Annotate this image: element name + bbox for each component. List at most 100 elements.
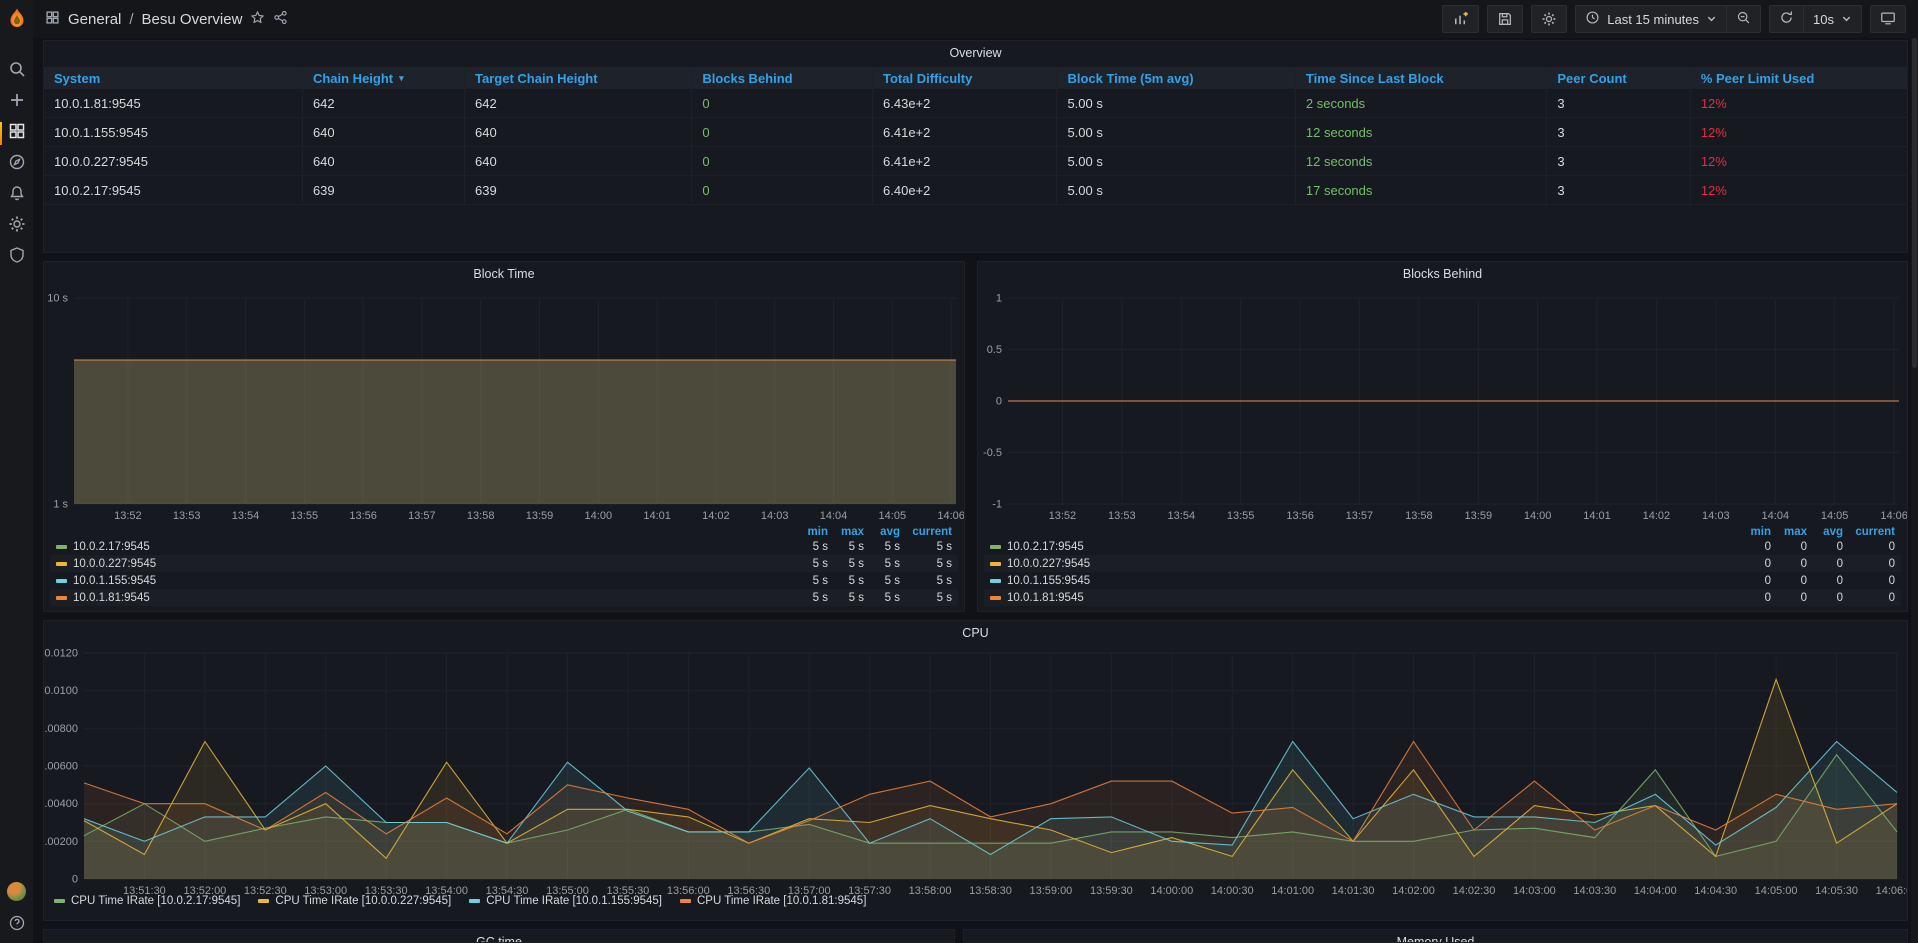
legend-series-label[interactable]: 10.0.2.17:9545 — [990, 541, 1735, 553]
breadcrumb-folder[interactable]: General — [68, 11, 121, 28]
table-cell: 5.00 s — [1057, 89, 1295, 118]
grafana-dashboard: General / Besu Overview — [0, 0, 1918, 943]
table-cell: 640 — [303, 118, 465, 147]
cpu-panel-title[interactable]: CPU — [44, 621, 1907, 645]
table-cell: 12 seconds — [1296, 147, 1548, 176]
chevron-down-icon — [1841, 12, 1852, 27]
svg-text:13:56: 13:56 — [349, 510, 377, 522]
block-time-panel-title[interactable]: Block Time — [44, 262, 964, 286]
legend-swatch-icon — [990, 562, 1001, 566]
blocks-behind-panel-title[interactable]: Blocks Behind — [978, 262, 1907, 286]
refresh-button[interactable] — [1770, 6, 1803, 32]
table-header-cell[interactable]: Target Chain Height — [465, 67, 692, 89]
cpu-plot[interactable]: 13:51:3013:52:0013:52:3013:53:0013:53:30… — [44, 645, 1907, 913]
time-range-label: Last 15 minutes — [1607, 12, 1699, 27]
table-cell: 3 — [1547, 147, 1690, 176]
svg-text:13:59: 13:59 — [526, 510, 554, 522]
table-header-cell[interactable]: Block Time (5m avg) — [1057, 67, 1295, 89]
sidebar-item-explore[interactable] — [0, 149, 33, 180]
add-panel-button[interactable] — [1442, 5, 1479, 33]
legend-stat-value: 0 — [1735, 575, 1771, 587]
svg-text:14:06:00: 14:06:00 — [1876, 885, 1907, 897]
user-avatar[interactable] — [7, 882, 26, 901]
save-dashboard-button[interactable] — [1487, 5, 1523, 33]
blocks-behind-chart[interactable]: 13:5213:5313:5413:5513:5613:5713:5813:59… — [978, 286, 1907, 541]
block-time-plot[interactable]: 13:5213:5313:5413:5513:5613:5713:5813:59… — [44, 286, 964, 536]
time-range-button[interactable]: Last 15 minutes — [1576, 6, 1726, 32]
cpu-chart[interactable]: 13:51:3013:52:0013:52:3013:53:0013:53:30… — [44, 645, 1907, 918]
legend-row: 10.0.1.155:95455 s5 s5 s5 s — [50, 572, 958, 589]
svg-text:-1: -1 — [992, 499, 1002, 511]
svg-text:14:05:30: 14:05:30 — [1815, 885, 1858, 897]
legend-series-label[interactable]: 10.0.0.227:9545 — [56, 558, 792, 570]
legend-series-label[interactable]: 10.0.1.81:9545 — [56, 592, 792, 604]
blocks-behind-plot[interactable]: 13:5213:5313:5413:5513:5613:5713:5813:59… — [978, 286, 1907, 536]
zoom-out-time-button[interactable] — [1726, 6, 1760, 32]
sidebar-item-help[interactable] — [0, 915, 33, 935]
sidebar-item-server-admin[interactable] — [0, 242, 33, 273]
legend-stat-value: 0 — [1735, 592, 1771, 604]
page-scrollbar — [1911, 38, 1918, 943]
legend-series-label[interactable]: CPU Time IRate [10.0.2.17:9545] — [54, 895, 240, 907]
table-cell: 6.41e+2 — [873, 147, 1057, 176]
legend-series-label[interactable]: CPU Time IRate [10.0.0.227:9545] — [258, 895, 451, 907]
sidebar — [0, 0, 33, 943]
table-header-cell[interactable]: Peer Count — [1547, 67, 1690, 89]
table-row: 10.0.1.81:954564264206.43e+25.00 s2 seco… — [44, 89, 1907, 118]
legend-series-label[interactable]: 10.0.1.155:9545 — [990, 575, 1735, 587]
table-cell: 5.00 s — [1057, 176, 1295, 205]
table-header-cell[interactable]: Chain Height▾ — [303, 67, 465, 89]
table-header-cell[interactable]: Total Difficulty — [873, 67, 1057, 89]
sidebar-item-alerting[interactable] — [0, 180, 33, 211]
block-time-chart[interactable]: 13:5213:5313:5413:5513:5613:5713:5813:59… — [44, 286, 964, 541]
legend-series-label[interactable]: 10.0.0.227:9545 — [990, 558, 1735, 570]
breadcrumb: General / Besu Overview — [45, 10, 288, 29]
dashboard-settings-button[interactable] — [1531, 5, 1567, 33]
table-cell: 3 — [1547, 89, 1690, 118]
grafana-logo-icon[interactable] — [0, 0, 33, 38]
table-header-cell[interactable]: Blocks Behind — [692, 67, 873, 89]
table-cell: 640 — [303, 147, 465, 176]
legend-series-label[interactable]: 10.0.1.81:9545 — [990, 592, 1735, 604]
legend-row: 10.0.2.17:95455 s5 s5 s5 s — [50, 538, 958, 555]
table-header-cell[interactable]: System — [44, 67, 303, 89]
overview-panel-title[interactable]: Overview — [44, 41, 1907, 65]
zoom-out-icon — [1736, 10, 1751, 28]
gc-time-panel-title[interactable]: GC time — [44, 930, 954, 943]
sidebar-item-dashboards[interactable] — [0, 118, 33, 149]
memory-used-panel-title[interactable]: Memory Used — [964, 930, 1907, 943]
sidebar-item-search[interactable] — [0, 56, 33, 87]
legend-header-row: minmaxavgcurrent — [50, 525, 958, 538]
legend-series-label[interactable]: CPU Time IRate [10.0.1.155:9545] — [469, 895, 662, 907]
svg-text:14:02: 14:02 — [702, 510, 730, 522]
table-cell: 12% — [1691, 118, 1907, 147]
sidebar-item-create[interactable] — [0, 87, 33, 118]
table-cell: 3 — [1547, 176, 1690, 205]
help-question-icon — [8, 914, 26, 937]
legend-series-label[interactable]: 10.0.1.155:9545 — [56, 575, 792, 587]
table-cell: 2 seconds — [1296, 89, 1548, 118]
star-icon[interactable] — [250, 10, 265, 29]
share-icon[interactable] — [273, 10, 288, 29]
scrollbar-thumb[interactable] — [1912, 38, 1917, 368]
legend-series-label[interactable]: CPU Time IRate [10.0.1.81:9545] — [680, 895, 866, 907]
legend-stat-value: 0 — [1771, 541, 1807, 553]
table-cell: 6.43e+2 — [873, 89, 1057, 118]
legend-stat-value: 5 s — [828, 592, 864, 604]
refresh-picker: 10s — [1769, 5, 1862, 33]
table-cell: 12 seconds — [1296, 118, 1548, 147]
cycle-view-mode-button[interactable] — [1870, 5, 1906, 33]
block-time-legend: minmaxavgcurrent10.0.2.17:95455 s5 s5 s5… — [50, 525, 958, 606]
svg-text:14:04:00: 14:04:00 — [1634, 885, 1677, 897]
table-cell: 12% — [1691, 176, 1907, 205]
legend-stat-value: 5 s — [792, 558, 828, 570]
legend-series-label[interactable]: 10.0.2.17:9545 — [56, 541, 792, 553]
table-header-cell[interactable]: % Peer Limit Used — [1691, 67, 1907, 89]
sidebar-item-configuration[interactable] — [0, 211, 33, 242]
table-header-cell[interactable]: Time Since Last Block — [1296, 67, 1548, 89]
svg-text:14:05: 14:05 — [879, 510, 907, 522]
refresh-interval-button[interactable]: 10s — [1803, 6, 1861, 32]
table-cell: 10.0.0.227:9545 — [44, 147, 303, 176]
breadcrumb-dashboard-title[interactable]: Besu Overview — [142, 11, 243, 28]
table-cell: 0 — [692, 89, 873, 118]
